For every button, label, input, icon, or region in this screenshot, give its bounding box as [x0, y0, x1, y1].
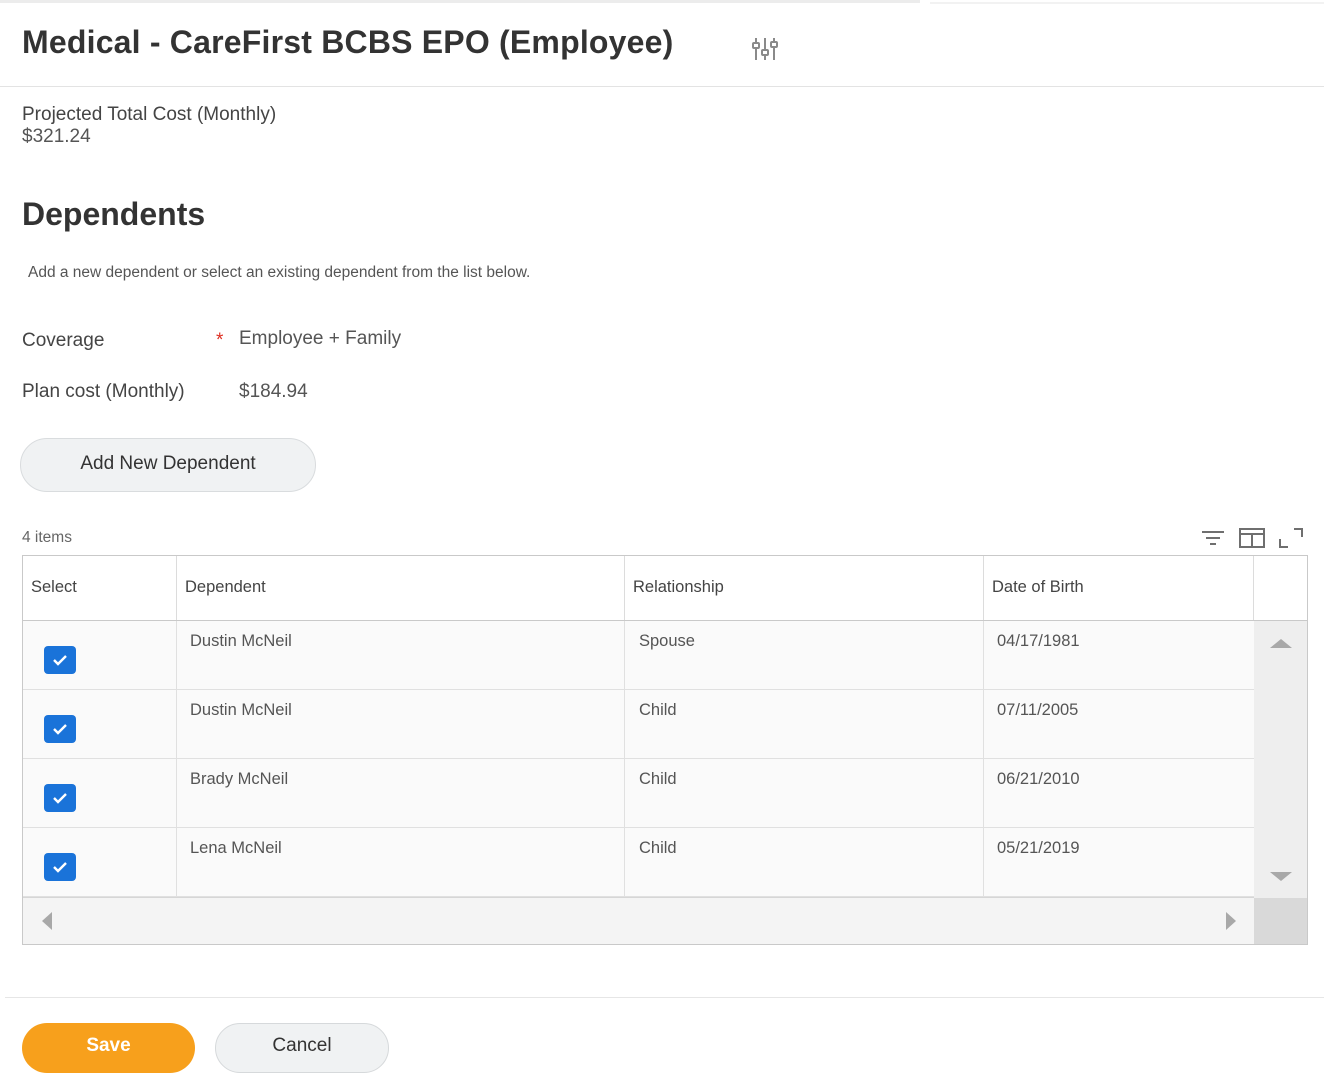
projected-cost-label: Projected Total Cost (Monthly) — [22, 104, 277, 125]
dob-cell: 06/21/2010 — [997, 770, 1080, 788]
columns-icon[interactable] — [1238, 526, 1265, 550]
grid-header: Select Dependent Relationship Date of Bi… — [23, 556, 1307, 621]
row-checkbox[interactable] — [44, 784, 76, 812]
dependents-section-title: Dependents — [22, 196, 206, 232]
scrollbar-corner — [1254, 898, 1307, 944]
dob-cell: 05/21/2019 — [997, 839, 1080, 857]
scroll-right-arrow-icon[interactable] — [1226, 912, 1236, 930]
coverage-label: Coverage — [22, 330, 105, 351]
save-button[interactable]: Save — [22, 1023, 195, 1073]
plan-cost-label: Plan cost (Monthly) — [22, 381, 185, 402]
table-row: Dustin McNeil Child 07/11/2005 — [23, 690, 1254, 759]
vertical-scrollbar[interactable] — [1254, 621, 1307, 898]
row-checkbox[interactable] — [44, 853, 76, 881]
table-row: Lena McNeil Child 05/21/2019 — [23, 828, 1254, 897]
table-row: Dustin McNeil Spouse 04/17/1981 — [23, 621, 1254, 690]
row-checkbox[interactable] — [44, 715, 76, 743]
expand-icon[interactable] — [1278, 526, 1304, 550]
dependent-cell: Brady McNeil — [177, 759, 625, 828]
items-count: 4 items — [22, 529, 72, 546]
related-actions-sliders-icon[interactable] — [748, 34, 782, 64]
column-header-select[interactable]: Select — [23, 556, 177, 620]
dependents-grid: Select Dependent Relationship Date of Bi… — [22, 555, 1308, 945]
dob-cell: 04/17/1981 — [997, 632, 1080, 650]
select-cell — [23, 759, 177, 828]
required-asterisk: * — [216, 330, 224, 351]
footer-divider — [5, 997, 1324, 998]
dependent-cell: Dustin McNeil — [177, 621, 625, 690]
select-cell — [23, 621, 177, 690]
row-checkbox[interactable] — [44, 646, 76, 674]
grid-body: Dustin McNeil Spouse 04/17/1981 Dustin M… — [23, 621, 1254, 897]
select-cell — [23, 690, 177, 759]
relationship-cell: Spouse — [625, 621, 984, 690]
column-header-dob[interactable]: Date of Birth — [984, 556, 1254, 620]
relationship-cell: Child — [625, 759, 984, 828]
plan-cost-value: $184.94 — [239, 381, 308, 402]
scroll-left-arrow-icon[interactable] — [42, 912, 52, 930]
filter-icon[interactable] — [1200, 526, 1226, 550]
top-strip — [0, 0, 920, 3]
dependent-cell: Lena McNeil — [177, 828, 625, 897]
projected-cost-value: $321.24 — [22, 126, 91, 147]
column-header-dependent[interactable]: Dependent — [177, 556, 625, 620]
dob-cell: 07/11/2005 — [997, 701, 1079, 719]
page-header: Medical - CareFirst BCBS EPO (Employee) — [0, 4, 1324, 87]
column-header-relationship[interactable]: Relationship — [625, 556, 984, 620]
horizontal-scrollbar[interactable] — [23, 897, 1254, 944]
dependent-cell: Dustin McNeil — [177, 690, 625, 759]
scroll-down-arrow-icon[interactable] — [1270, 872, 1292, 881]
add-new-dependent-button[interactable]: Add New Dependent — [20, 438, 316, 492]
dependents-instructions: Add a new dependent or select an existin… — [28, 264, 531, 281]
cancel-button[interactable]: Cancel — [215, 1023, 389, 1073]
scroll-up-arrow-icon[interactable] — [1270, 639, 1292, 648]
coverage-value: Employee + Family — [239, 328, 402, 349]
relationship-cell: Child — [625, 828, 984, 897]
select-cell — [23, 828, 177, 897]
table-row: Brady McNeil Child 06/21/2010 — [23, 759, 1254, 828]
relationship-cell: Child — [625, 690, 984, 759]
page-title: Medical - CareFirst BCBS EPO (Employee) — [22, 24, 674, 60]
